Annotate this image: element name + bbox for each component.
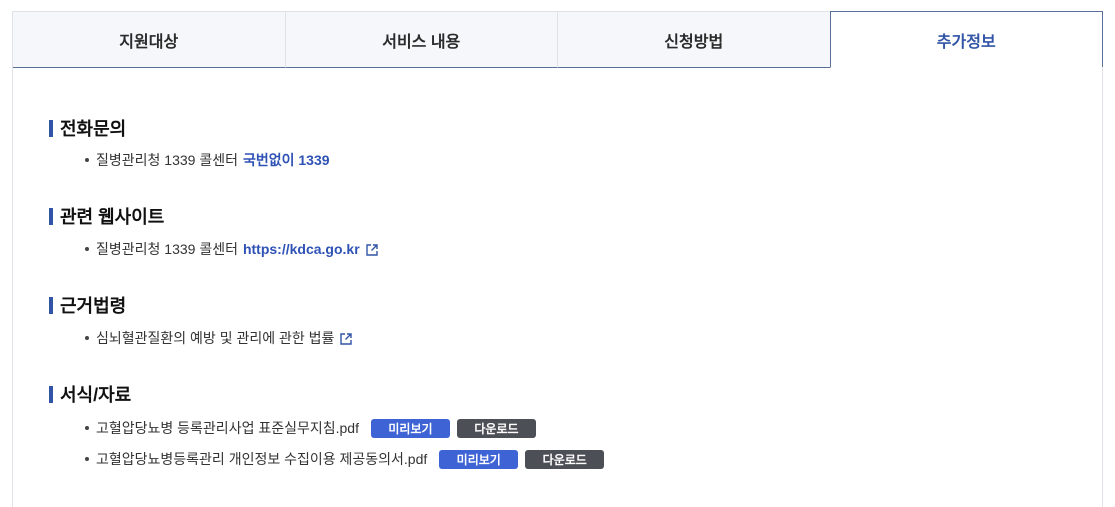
tab-service-content[interactable]: 서비스 내용: [284, 11, 557, 68]
section-marker: [49, 119, 53, 137]
download-button[interactable]: 다운로드: [525, 449, 605, 469]
tab-application-method[interactable]: 신청방법: [557, 11, 830, 68]
law-link[interactable]: 심뇌혈관질환의 예방 및 관리에 관한 법률: [96, 328, 334, 348]
section-title-law: 근거법령: [49, 294, 126, 316]
bullet-icon: [85, 457, 89, 461]
section-title-text: 근거법령: [60, 296, 127, 316]
tab-eligibility[interactable]: 지원대상: [12, 11, 285, 68]
file-name: 고혈압당뇨병 등록관리사업 표준실무지침.pdf: [96, 420, 359, 436]
tab-bar: 지원대상 서비스 내용 신청방법 추가정보: [12, 11, 1103, 68]
section-marker: [49, 207, 53, 225]
preview-button[interactable]: 미리보기: [370, 418, 450, 438]
section-title-text: 관련 웹사이트: [60, 207, 165, 227]
section-title-text: 서식/자료: [60, 385, 132, 405]
section-title-phone: 전화문의: [49, 117, 126, 139]
list-item-phone: 질병관리청 1339 콜센터 국번없이 1339: [85, 150, 330, 170]
list-item-law: 심뇌혈관질환의 예방 및 관리에 관한 법률: [85, 328, 353, 348]
preview-button[interactable]: 미리보기: [439, 449, 519, 469]
bullet-icon: [85, 158, 89, 162]
download-button[interactable]: 다운로드: [456, 418, 536, 438]
tab-panel: 전화문의 질병관리청 1339 콜센터 국번없이 1339 관련 웹사이트 질병…: [12, 67, 1103, 507]
phone-item-text: 질병관리청 1339 콜센터: [96, 152, 238, 168]
website-item-text: 질병관리청 1339 콜센터: [96, 241, 238, 257]
external-link-icon[interactable]: [365, 243, 378, 256]
tab-additional-info[interactable]: 추가정보: [829, 11, 1103, 68]
bullet-icon: [85, 336, 89, 340]
section-marker: [49, 296, 53, 314]
section-title-text: 전화문의: [60, 119, 127, 139]
bullet-icon: [85, 426, 89, 430]
section-title-website: 관련 웹사이트: [49, 205, 164, 227]
section-title-forms: 서식/자료: [49, 383, 131, 405]
website-link[interactable]: https://kdca.go.kr: [243, 241, 360, 257]
file-item: 고혈압당뇨병등록관리 개인정보 수집이용 제공동의서.pdf 미리보기 다운로드: [85, 449, 605, 469]
list-item-website: 질병관리청 1339 콜센터 https://kdca.go.kr: [85, 239, 378, 259]
file-name: 고혈압당뇨병등록관리 개인정보 수집이용 제공동의서.pdf: [96, 451, 428, 467]
additional-info-page: 지원대상 서비스 내용 신청방법 추가정보 전화문의 질병관리청 1339 콜센…: [0, 0, 1115, 507]
external-link-icon[interactable]: [340, 332, 353, 345]
bullet-icon: [85, 247, 89, 251]
section-marker: [49, 385, 53, 403]
phone-number: 국번없이 1339: [242, 152, 330, 168]
file-item: 고혈압당뇨병 등록관리사업 표준실무지침.pdf 미리보기 다운로드: [85, 418, 536, 438]
